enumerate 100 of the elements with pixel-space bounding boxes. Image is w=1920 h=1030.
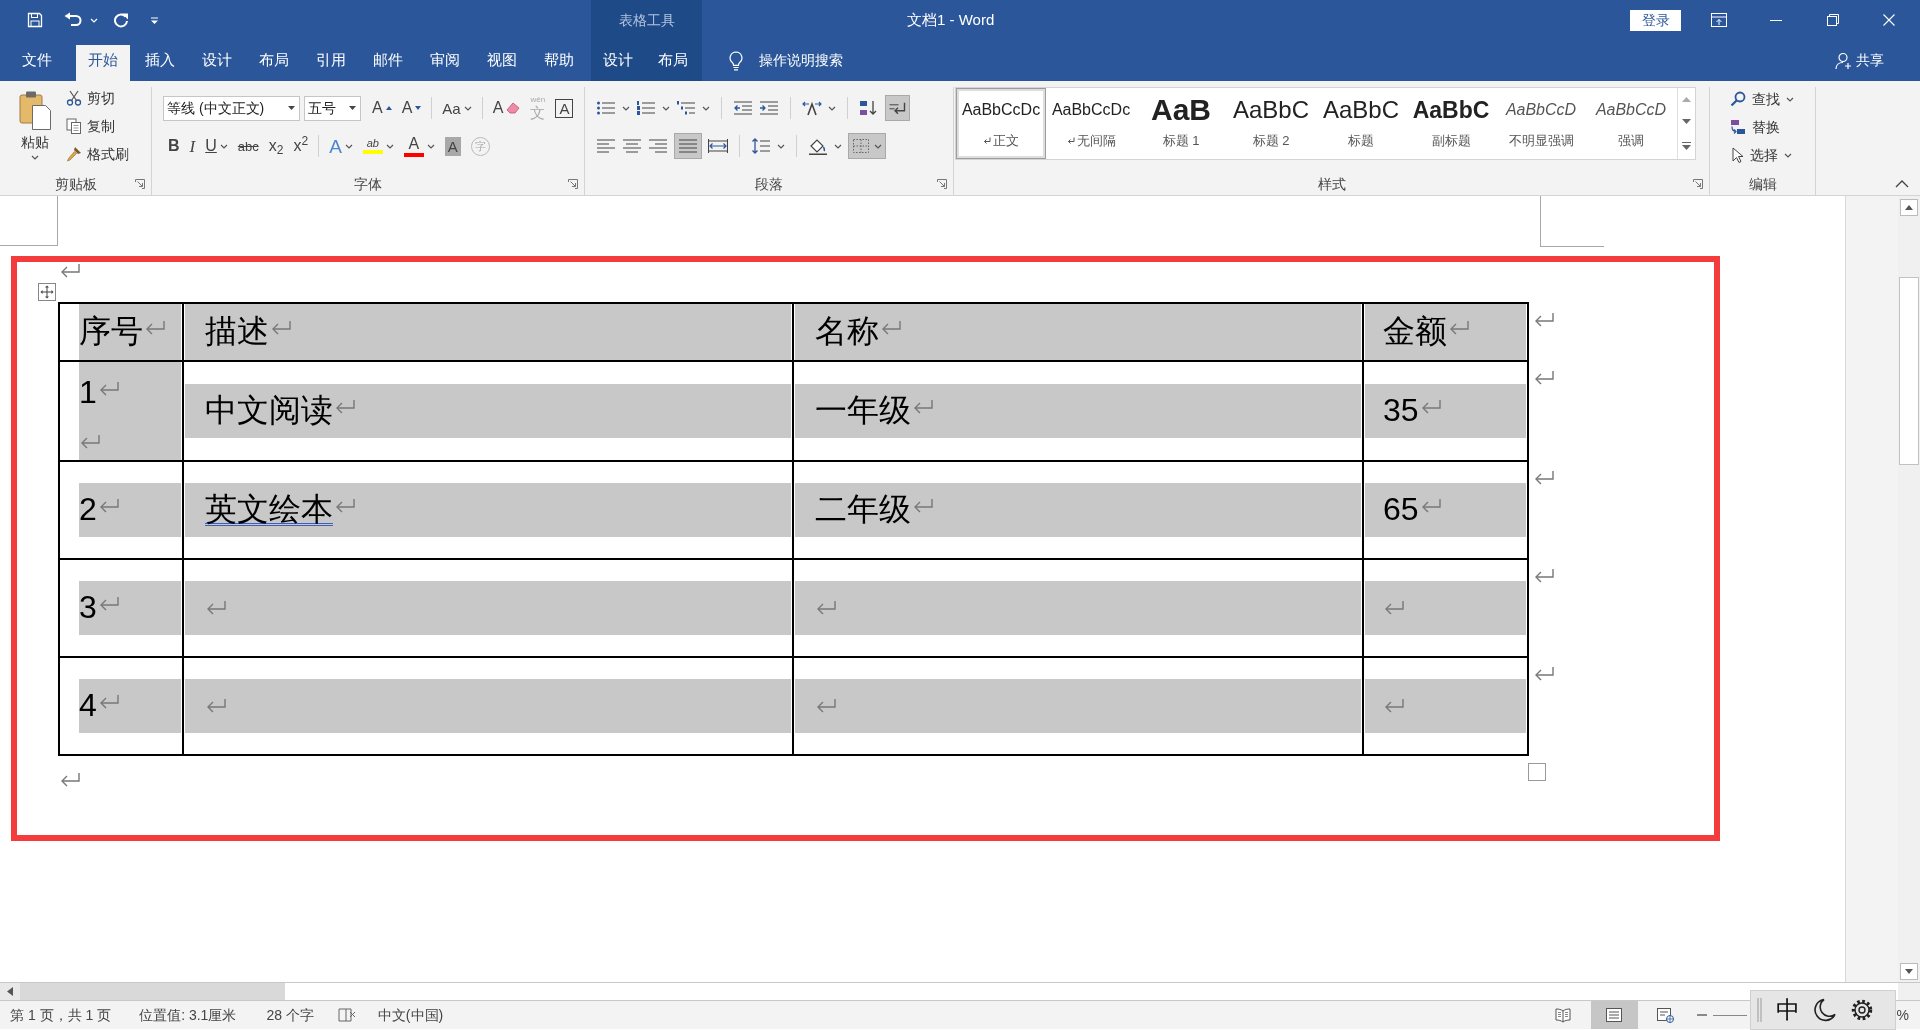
cut-button[interactable]: 剪切 [64, 84, 131, 112]
header-cell[interactable]: 金额 [1365, 304, 1526, 360]
ribbon-tab[interactable]: 插入 [133, 45, 187, 81]
customize-icon[interactable] [151, 16, 158, 24]
move-handle-icon[interactable] [38, 283, 56, 301]
change-case-button[interactable]: Aa [437, 95, 477, 121]
ribbon-tab[interactable]: 审阅 [418, 45, 472, 81]
ribbon-tab[interactable]: 视图 [475, 45, 529, 81]
letter-arrows-icon[interactable] [802, 100, 822, 116]
table-cell[interactable]: 1 [79, 362, 181, 460]
ribbon-tab[interactable]: 布局 [646, 45, 700, 81]
share-button[interactable]: 共享 [1829, 45, 1890, 81]
ribbon-tab[interactable]: 开始 [76, 45, 130, 81]
collapse-ribbon-icon[interactable] [1895, 180, 1909, 188]
zoom-percent[interactable]: % [1896, 1004, 1909, 1026]
file-tab[interactable]: 文件 [8, 45, 66, 81]
strikethrough-button[interactable]: abc [232, 133, 264, 159]
shrink-font-button[interactable]: A [396, 95, 427, 121]
table-cell[interactable] [185, 581, 791, 635]
caret-icon[interactable] [662, 105, 670, 111]
underline-button[interactable]: U [200, 133, 233, 159]
style-item[interactable]: AaBbCcDc 正文 [956, 88, 1046, 159]
dialog-launcher-icon[interactable] [568, 179, 578, 189]
dialog-launcher-icon[interactable] [135, 179, 145, 189]
table-cell[interactable] [795, 581, 1361, 635]
font-color-button[interactable]: A [398, 133, 440, 159]
dialog-launcher-icon[interactable] [1693, 179, 1703, 189]
undo-icon[interactable] [64, 12, 82, 28]
table-cell[interactable]: 4 [79, 679, 181, 733]
dialog-launcher-icon[interactable] [937, 179, 947, 189]
table-cell[interactable]: 二年级 [795, 483, 1361, 537]
font-size-field[interactable]: 五号 [304, 95, 361, 121]
paint-bucket-icon[interactable] [808, 137, 828, 155]
page-count[interactable]: 第 1 页，共 1 页 [10, 1004, 112, 1026]
ribbon-tab[interactable]: 设计 [591, 45, 645, 81]
copy-button[interactable]: 复制 [64, 112, 131, 140]
caret-icon[interactable] [777, 143, 785, 149]
grip-icon[interactable] [1757, 998, 1762, 1022]
caret-icon[interactable] [828, 105, 836, 111]
settings-icon[interactable] [1850, 998, 1874, 1022]
table-cell[interactable]: 中文阅读 [185, 384, 791, 438]
decrease-indent-icon[interactable] [733, 100, 753, 116]
scroll-left-button[interactable] [0, 983, 20, 1000]
ribbon-tab[interactable]: 引用 [304, 45, 358, 81]
clear-formatting-button[interactable]: A [487, 95, 526, 121]
caret-icon[interactable] [834, 143, 842, 149]
table-cell[interactable] [795, 679, 1361, 733]
table-cell[interactable] [1365, 581, 1526, 635]
increase-indent-icon[interactable] [759, 100, 779, 116]
line-spacing-icon[interactable] [751, 138, 771, 154]
tell-me-search[interactable]: 操作说明搜索 [723, 45, 849, 81]
scroll-down-icon[interactable] [1900, 963, 1918, 980]
replace-button[interactable]: 替换 [1730, 113, 1794, 141]
table-cell[interactable]: 2 [79, 483, 181, 537]
save-icon[interactable] [27, 12, 43, 28]
table-cell[interactable] [185, 679, 791, 733]
format-painter-button[interactable]: 格式刷 [64, 140, 131, 168]
font-name-field[interactable]: 等线 (中文正文) [163, 95, 300, 121]
sort-icon[interactable] [859, 100, 879, 116]
header-cell[interactable]: 描述 [185, 304, 791, 360]
italic-button[interactable]: I [184, 133, 201, 159]
ribbon-tab[interactable]: 邮件 [361, 45, 415, 81]
character-shading-button[interactable]: A [439, 133, 466, 159]
table-cell[interactable]: 65 [1365, 483, 1526, 537]
table-cell[interactable] [1365, 679, 1526, 733]
table-cell[interactable]: 35 [1365, 384, 1526, 438]
header-cell[interactable]: 名称 [795, 304, 1361, 360]
subscript-button[interactable]: x$_{2}$ [263, 133, 289, 159]
ribbon-tab[interactable]: 帮助 [532, 45, 586, 81]
caret-icon[interactable] [702, 105, 710, 111]
more-icon[interactable] [1682, 142, 1691, 151]
bullets-icon[interactable] [596, 100, 616, 116]
table-cell[interactable]: 3 [79, 581, 181, 635]
sign-in-button[interactable]: 登录 [1630, 9, 1681, 31]
restore-icon[interactable] [1827, 14, 1839, 26]
multilevel-list-icon[interactable] [676, 100, 696, 116]
scroll-thumb[interactable] [1899, 277, 1919, 465]
redo-icon[interactable] [113, 12, 129, 28]
vertical-scrollbar[interactable] [1898, 196, 1920, 982]
formatting-marks-button[interactable] [885, 95, 910, 121]
close-icon[interactable] [1883, 14, 1895, 26]
paste-button[interactable]: 粘贴 [12, 87, 58, 173]
superscript-button[interactable]: x$^{2}$ [288, 133, 314, 159]
moon-icon[interactable] [1814, 998, 1836, 1022]
proofing-book-icon[interactable] [337, 1007, 356, 1023]
cursor-position[interactable]: 位置值: 3.1厘米 [139, 1004, 237, 1026]
word-count[interactable]: 28 个字 [266, 1004, 314, 1026]
print-layout-button[interactable] [1590, 1001, 1638, 1029]
scroll-up-icon[interactable] [1900, 199, 1918, 216]
select-button[interactable]: 选择 [1730, 141, 1794, 169]
ribbon-display-options-icon[interactable] [1711, 13, 1727, 27]
resize-handle-icon[interactable] [1528, 763, 1546, 781]
table-cell[interactable]: 一年级 [795, 384, 1361, 438]
find-button[interactable]: 查找 [1730, 85, 1794, 113]
bold-button[interactable]: B [163, 133, 185, 159]
ribbon-tab[interactable]: 设计 [190, 45, 244, 81]
ribbon-tab[interactable]: 布局 [247, 45, 301, 81]
input-mode-button[interactable]: 中 [1776, 998, 1800, 1022]
header-cell[interactable]: 序号 [79, 304, 181, 360]
highlight-button[interactable]: ab [357, 133, 399, 159]
